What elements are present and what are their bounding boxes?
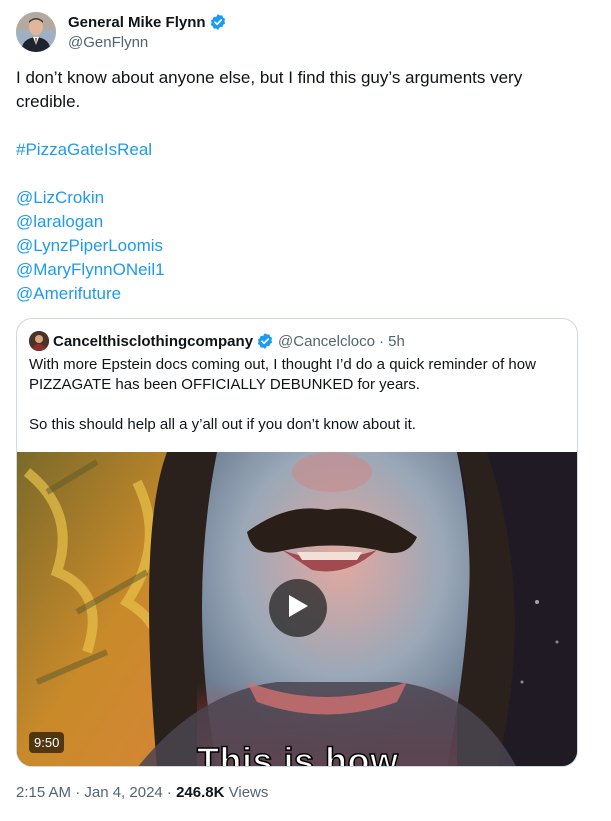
views-count[interactable]: 246.8K (176, 784, 224, 801)
tweet-meta: 2:15 AM · Jan 4, 2024 · 246.8K Views (16, 784, 268, 801)
tweet-body: I don’t know about anyone else, but I fi… (16, 66, 576, 306)
quoted-tweet-header: Cancelthisclothingcompany @Cancelcloco ·… (29, 331, 405, 351)
quoted-author-handle[interactable]: @Cancelcloco (278, 333, 375, 350)
video-caption: This is how (196, 739, 399, 767)
author-handle[interactable]: @GenFlynn (68, 34, 227, 51)
quoted-author-avatar[interactable] (29, 331, 49, 351)
author-name[interactable]: General Mike Flynn (68, 14, 206, 31)
mention-link[interactable]: @MaryFlynnONeil1 (16, 260, 165, 279)
views-label: Views (224, 784, 269, 801)
video-player[interactable]: 9:50 This is how (17, 452, 577, 767)
author-info: General Mike Flynn @GenFlynn (68, 12, 227, 51)
author-avatar[interactable] (16, 12, 56, 52)
tweet: General Mike Flynn @GenFlynn I don’t kno… (0, 0, 611, 821)
video-duration: 9:50 (29, 732, 65, 753)
quoted-tweet-text: With more Epstein docs coming out, I tho… (29, 355, 565, 435)
play-button[interactable] (269, 579, 327, 637)
verified-badge-icon (209, 13, 227, 31)
tweet-text: I don’t know about anyone else, but I fi… (16, 68, 523, 111)
quoted-tweet-time[interactable]: · 5h (379, 333, 405, 350)
mention-link[interactable]: @laralogan (16, 212, 103, 231)
hashtag-link[interactable]: #PizzaGateIsReal (16, 140, 152, 159)
quoted-text-paragraph: With more Epstein docs coming out, I tho… (29, 356, 536, 393)
quoted-author-name[interactable]: Cancelthisclothingcompany (53, 333, 253, 350)
quoted-text-paragraph: So this should help all a y’all out if y… (29, 416, 416, 433)
play-icon (287, 594, 309, 623)
quoted-tweet[interactable]: Cancelthisclothingcompany @Cancelcloco ·… (16, 318, 578, 767)
tweet-timestamp[interactable]: 2:15 AM · Jan 4, 2024 · (16, 784, 176, 801)
verified-badge-icon (256, 332, 274, 350)
mention-link[interactable]: @Amerifuture (16, 284, 121, 303)
mention-link[interactable]: @LizCrokin (16, 188, 104, 207)
mention-link[interactable]: @LynzPiperLoomis (16, 236, 163, 255)
